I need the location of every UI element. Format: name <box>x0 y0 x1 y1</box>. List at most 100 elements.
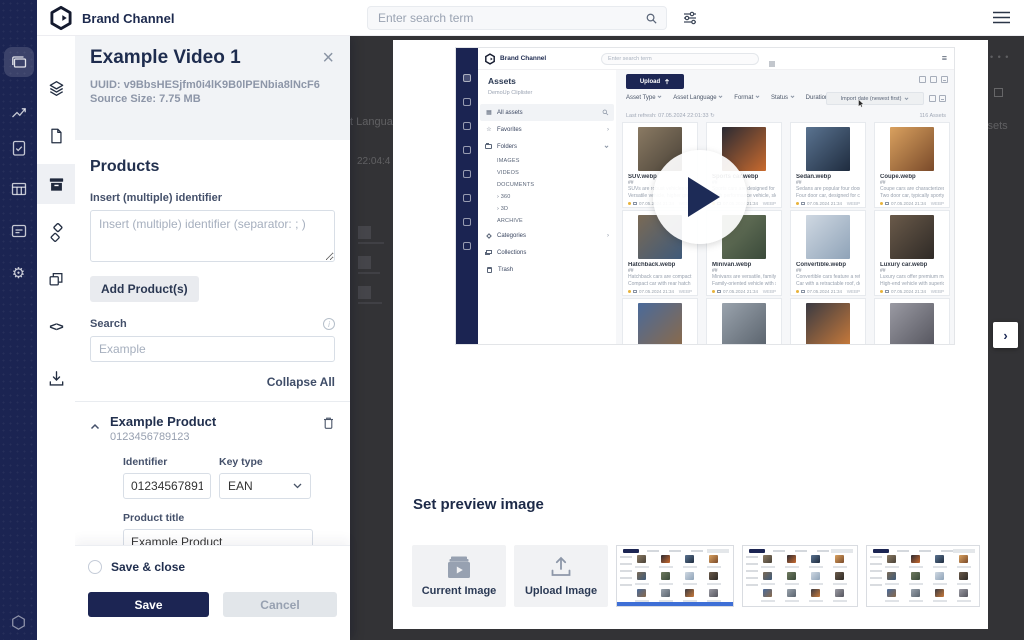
mini-nav-collections[interactable]: Collections <box>480 244 614 261</box>
product-title-input[interactable] <box>123 529 313 545</box>
thumb-text-stub <box>957 583 971 585</box>
video-frame-thumbnail-3[interactable] <box>866 545 980 607</box>
mini-asset-footer: 07.05.2024 21:34WEBP <box>796 201 860 206</box>
mini-nav-360[interactable]: › 360 <box>480 191 614 203</box>
archive-box-icon[interactable] <box>37 164 75 204</box>
app-header: Brand Channel <box>37 0 1024 36</box>
folder-icon <box>485 144 492 149</box>
mini-nav-images[interactable]: IMAGES <box>480 155 614 167</box>
chevron-icon: › <box>607 233 609 239</box>
mini-asset-footer: 07.05.2024 21:34WEBP <box>796 289 860 294</box>
code-icon[interactable]: <> <box>37 307 75 347</box>
file-icon[interactable] <box>37 116 75 156</box>
save-button[interactable]: Save <box>88 592 209 617</box>
close-icon[interactable]: × <box>318 44 338 72</box>
thumb-nav-stub <box>870 584 882 586</box>
mini-filter-status[interactable]: Status <box>771 95 795 101</box>
video-frame-thumbnail-2[interactable] <box>742 545 858 607</box>
camera-icon <box>885 290 889 293</box>
star-icon: ☆ <box>485 126 493 133</box>
video-uuid: UUID: v9BbsHESjfm0i4lK9B0lPENbia8lNcF6 <box>90 78 335 92</box>
filter-sliders-icon[interactable] <box>682 10 698 31</box>
status-dot-icon <box>880 202 883 205</box>
mini-page-title: Assets <box>488 76 516 86</box>
mini-asset-card-performance-car-webp[interactable]: Performance car.webp##Performance cars a… <box>790 298 866 345</box>
settings-gear-icon[interactable]: ⚙ <box>4 258 34 288</box>
mini-nav-3d[interactable]: › 3D <box>480 203 614 215</box>
current-image-tile[interactable]: Current Image <box>412 545 506 607</box>
multi-identifier-textarea[interactable] <box>90 210 335 262</box>
mini-nav-label: All assets <box>497 110 523 116</box>
mini-filter-asset-language[interactable]: Asset Language <box>673 95 723 101</box>
thumb-text-stub <box>909 600 923 602</box>
mini-nav-folders[interactable]: Folders <box>480 138 614 155</box>
thumb-text-stub <box>957 600 971 602</box>
thumb-card-stub <box>835 555 844 563</box>
menu-hamburger-icon[interactable] <box>992 9 1011 31</box>
thumb-text-stub <box>885 600 899 602</box>
mini-asset-date: 07.05.2024 21:34 <box>639 289 674 294</box>
mini-asset-card-crossover-webp[interactable]: Crossover.webp##Crossover cars merge the… <box>622 298 698 345</box>
mini-nav-favorites[interactable]: ☆Favorites› <box>480 121 614 138</box>
play-triangle-icon <box>688 177 720 217</box>
search-input[interactable] <box>368 7 666 29</box>
thumb-card-stub <box>637 589 646 597</box>
gallery-icon[interactable] <box>4 47 34 77</box>
product-item-title: Example Product <box>110 414 322 429</box>
search-icon[interactable] <box>645 12 658 30</box>
table-icon[interactable] <box>4 174 34 204</box>
mini-asset-format: WEBP <box>763 289 776 294</box>
mini-nav-archive[interactable]: ARCHIVE <box>480 215 614 227</box>
thumb-card-stub <box>709 572 718 580</box>
camera-icon <box>801 290 805 293</box>
video-frame-thumbnail-1[interactable] <box>616 545 734 607</box>
mini-asset-card-station-wagon-webp[interactable]: Station wagon.webp##Station wagons are e… <box>706 298 782 345</box>
key-type-select[interactable]: EAN <box>219 473 311 499</box>
layers-icon[interactable] <box>37 68 75 108</box>
next-chevron-button[interactable]: › <box>993 322 1018 348</box>
status-dot-icon <box>880 290 883 293</box>
analytics-icon[interactable] <box>4 97 34 127</box>
mini-nav-documents[interactable]: DOCUMENTS <box>480 179 614 191</box>
thumb-card-stub <box>709 555 718 563</box>
thumb-text-stub <box>785 600 799 602</box>
identifier-input[interactable] <box>123 473 211 499</box>
collapse-all-link[interactable]: Collapse All <box>90 375 335 389</box>
mini-filter-asset-type[interactable]: Asset Type <box>626 95 662 101</box>
mini-sidebar-icon <box>463 98 471 106</box>
upload-image-tile[interactable]: Upload Image <box>514 545 608 607</box>
thumb-card-stub <box>685 555 694 563</box>
mini-nav-trash[interactable]: Trash <box>480 261 614 278</box>
mini-asset-card-pickup-truck-webp[interactable]: Pickup truck.webp##Pickup trucks are rob… <box>874 298 950 345</box>
thumb-card-stub <box>811 589 820 597</box>
duplicate-icon[interactable] <box>37 259 75 299</box>
thumb-nav-stub <box>870 563 882 565</box>
mini-asset-card-sedan-webp[interactable]: Sedan.webp##Sedans are popular four door… <box>790 122 866 208</box>
mini-asset-card-convertible-webp[interactable]: Convertible.webp##Convertible cars featu… <box>790 210 866 296</box>
play-button[interactable] <box>653 150 747 244</box>
mini-asset-card-luxury-car-webp[interactable]: Luxury car.webp##Luxury cars offer premi… <box>874 210 950 296</box>
mini-nav-videos[interactable]: VIDEOS <box>480 167 614 179</box>
trash-icon[interactable] <box>322 416 335 435</box>
download-icon[interactable] <box>37 358 75 398</box>
cancel-button[interactable]: Cancel <box>223 592 337 617</box>
add-products-button[interactable]: Add Product(s) <box>90 276 199 302</box>
mini-nav-all-assets[interactable]: ▦All assets <box>480 104 614 121</box>
mini-asset-card-coupe-webp[interactable]: Coupe.webp##Coupe cars are characterized… <box>874 122 950 208</box>
video-preview-frame[interactable]: Brand Channel Enter search term ≡ Assets… <box>455 47 955 345</box>
info-icon[interactable]: i <box>323 318 335 330</box>
notes-icon[interactable] <box>4 216 34 246</box>
product-search-input[interactable] <box>90 336 335 362</box>
tasks-icon[interactable] <box>4 133 34 163</box>
mini-filter-format[interactable]: Format <box>734 95 760 101</box>
mini-last-refresh: Last refresh: 07.05.2024 22:01:33 ↻ <box>626 113 715 119</box>
thumb-sort-stub <box>831 549 853 553</box>
mini-asset-date: 07.05.2024 21:34 <box>807 201 842 206</box>
mini-nav-categories[interactable]: Categories› <box>480 227 614 244</box>
background-line <box>358 302 382 304</box>
broken-link-icon[interactable] <box>37 212 75 252</box>
save-and-close-radio[interactable] <box>88 560 102 574</box>
collapse-chevron-icon[interactable] <box>90 418 100 436</box>
thumb-card-stub <box>959 589 968 597</box>
thumb-card-stub <box>787 589 796 597</box>
